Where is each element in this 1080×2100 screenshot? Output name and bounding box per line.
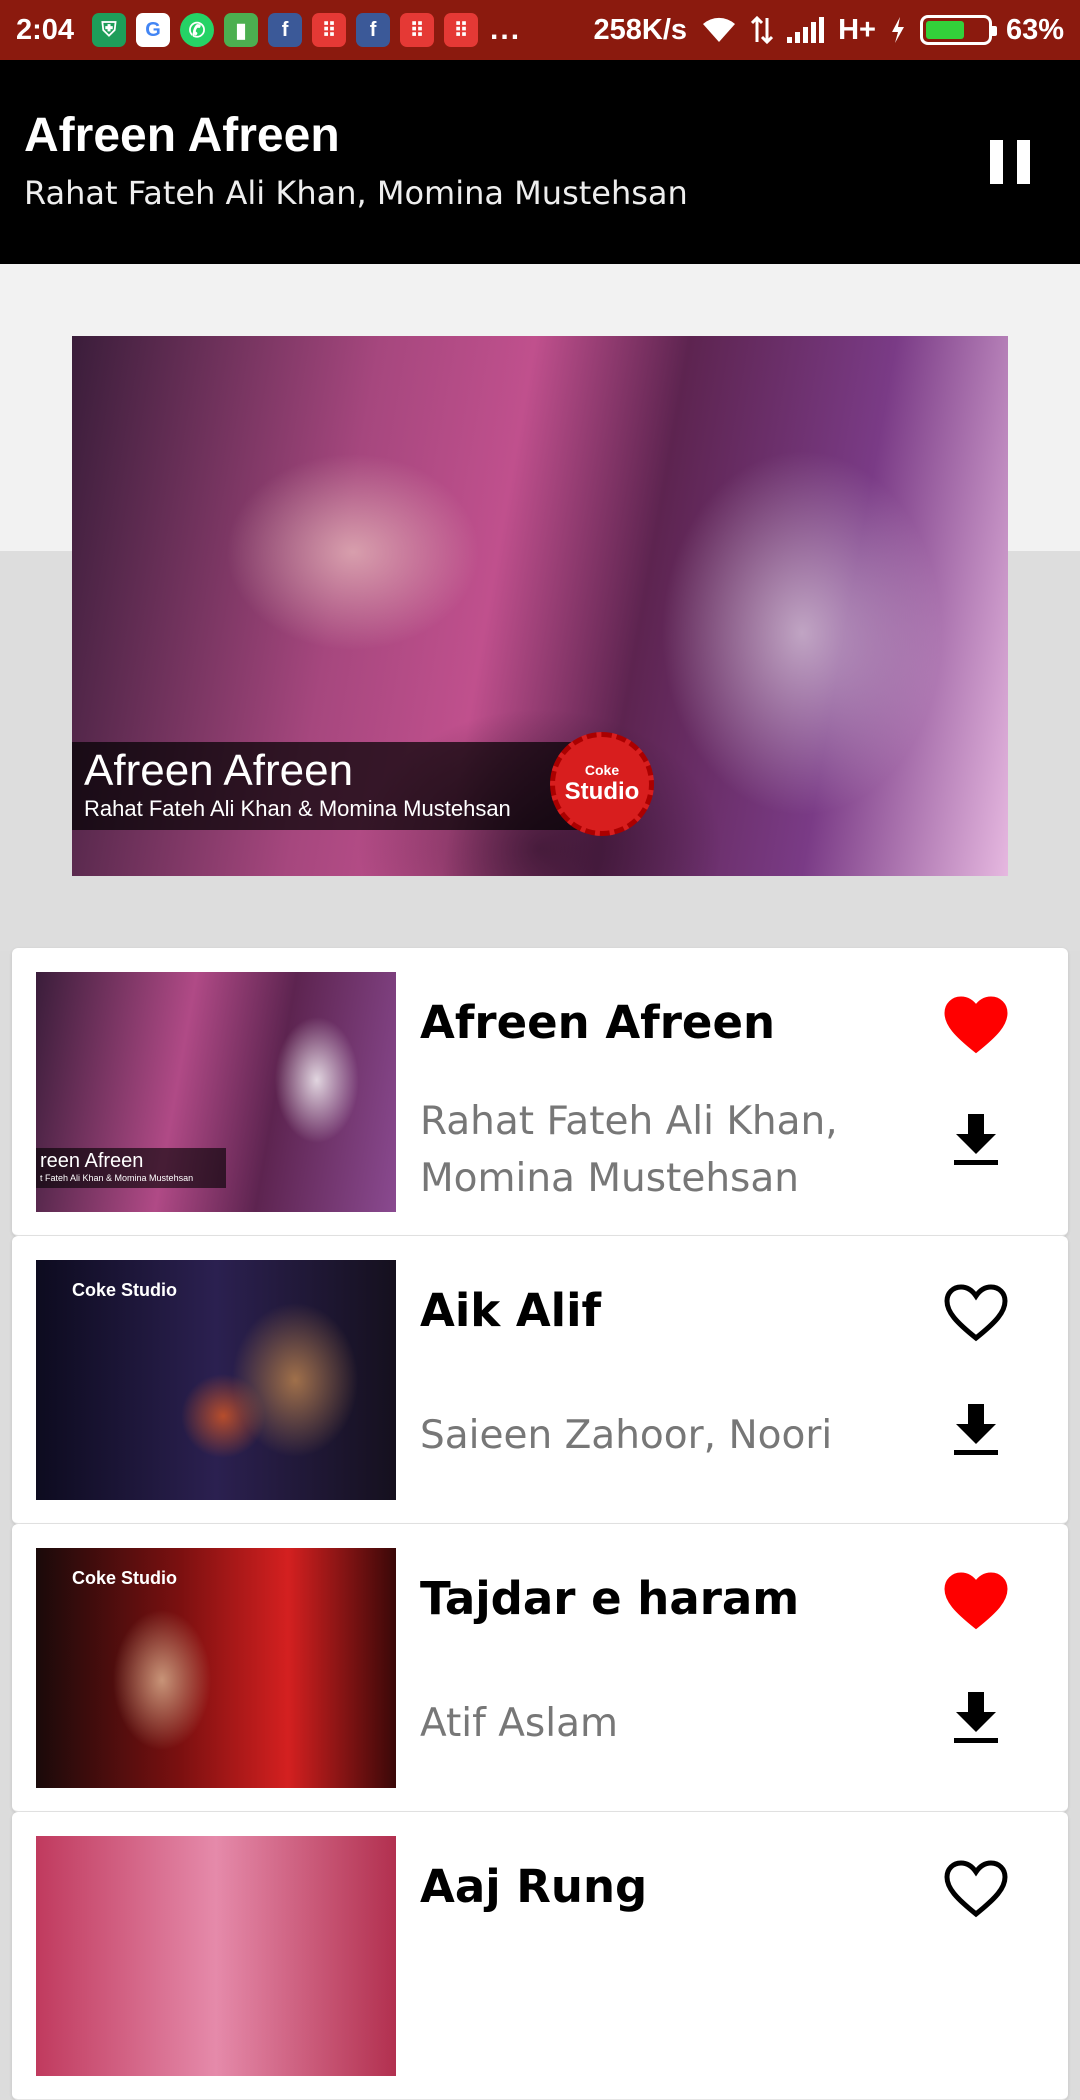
- grid-app-icon: ⠿: [444, 13, 479, 47]
- song-thumbnail: [36, 1836, 396, 2076]
- album-art-caption-subtitle: Rahat Fateh Ali Khan & Momina Mustehsan: [84, 796, 511, 822]
- song-list-item[interactable]: Coke Studio Aik Alif Saieen Zahoor, Noor…: [12, 1236, 1068, 1524]
- heart-filled-icon: [944, 1572, 1008, 1630]
- now-playing-artist: Rahat Fateh Ali Khan, Momina Mustehsan: [24, 174, 688, 212]
- now-playing-bar[interactable]: Afreen Afreen Rahat Fateh Ali Khan, Momi…: [0, 60, 1080, 264]
- song-title: Tajdar e haram: [420, 1572, 800, 1625]
- data-arrows-icon: [751, 16, 774, 44]
- battery-percent: 63%: [1005, 13, 1064, 46]
- song-list-item[interactable]: Aaj Rung: [12, 1812, 1068, 2100]
- heart-outline-icon: [944, 1860, 1008, 1918]
- favorite-button[interactable]: [944, 996, 1008, 1054]
- pause-button[interactable]: [990, 140, 1030, 184]
- song-list-item[interactable]: Coke Studio Tajdar e haram Atif Aslam: [12, 1524, 1068, 1812]
- logo-line2: Studio: [564, 778, 640, 805]
- song-artist: Saieen Zahoor, Noori: [420, 1413, 833, 1458]
- download-button[interactable]: [944, 1686, 1008, 1750]
- now-playing-title: Afreen Afreen: [24, 109, 340, 162]
- song-artist: Atif Aslam: [420, 1701, 618, 1746]
- status-time: 2:04: [16, 13, 75, 46]
- pause-icon-bar: [1017, 140, 1030, 184]
- network-speed: 258K/s: [593, 13, 688, 46]
- song-list: reen Afreen t Fateh Ali Khan & Momina Mu…: [12, 948, 1068, 2100]
- heart-outline-icon: [944, 1284, 1008, 1342]
- network-type: H+: [838, 13, 876, 46]
- download-button[interactable]: [944, 1108, 1008, 1172]
- shield-icon: ⛨: [92, 13, 127, 47]
- download-button[interactable]: [944, 1398, 1008, 1462]
- album-art: Afreen Afreen Rahat Fateh Ali Khan & Mom…: [72, 336, 1008, 876]
- heart-filled-icon: [944, 996, 1008, 1054]
- wifi-icon: [703, 17, 736, 42]
- favorite-button[interactable]: [944, 1860, 1008, 1918]
- facebook-icon: f: [268, 13, 303, 47]
- facebook-icon: f: [356, 13, 391, 47]
- download-icon: [954, 1114, 998, 1165]
- grid-app-icon: ⠿: [400, 13, 435, 47]
- whatsapp-icon: ✆: [180, 13, 215, 47]
- song-title: Aik Alif: [420, 1284, 602, 1337]
- status-right: 258K/s H+ 63%: [594, 14, 1064, 47]
- battery-fill: [925, 21, 964, 39]
- album-art-caption-title: Afreen Afreen: [84, 746, 354, 795]
- thumbnail-logo: Coke Studio: [72, 1280, 178, 1300]
- thumbnail-logo: Coke Studio: [72, 1568, 178, 1588]
- download-icon: [954, 1404, 998, 1455]
- thumbnail-caption-title: reen Afreen: [40, 1150, 144, 1172]
- song-thumbnail: Coke Studio: [36, 1260, 396, 1500]
- overflow-dots: ...: [490, 13, 522, 46]
- favorite-button[interactable]: [944, 1284, 1008, 1342]
- pause-icon: [990, 140, 1003, 184]
- song-title: Afreen Afreen: [420, 996, 776, 1049]
- favorite-button[interactable]: [944, 1572, 1008, 1630]
- download-icon: [954, 1692, 998, 1743]
- thumbnail-caption: reen Afreen t Fateh Ali Khan & Momina Mu…: [36, 1148, 226, 1188]
- song-thumbnail: reen Afreen t Fateh Ali Khan & Momina Mu…: [36, 972, 396, 1212]
- song-thumbnail: Coke Studio: [36, 1548, 396, 1788]
- thumbnail-caption-subtitle: t Fateh Ali Khan & Momina Mustehsan: [40, 1173, 194, 1183]
- song-artist: Rahat Fateh Ali Khan, Momina Mustehsan: [420, 1099, 838, 1201]
- google-icon: G: [136, 13, 171, 47]
- status-bar: 2:04 ⛨ G ✆ ▮ f ⠿ f ⠿ ⠿ ... 258K/s H+ 63%: [0, 0, 1080, 60]
- song-title: Aaj Rung: [420, 1860, 648, 1913]
- song-list-item[interactable]: reen Afreen t Fateh Ali Khan & Momina Mu…: [12, 948, 1068, 1236]
- battery-app-icon: ▮: [224, 13, 259, 47]
- grid-app-icon: ⠿: [312, 13, 347, 47]
- charging-icon: [891, 17, 904, 43]
- album-art-caption: Afreen Afreen Rahat Fateh Ali Khan & Mom…: [72, 742, 612, 830]
- coke-studio-logo: Coke Studio: [550, 732, 654, 836]
- logo-line1: Coke: [584, 762, 620, 778]
- status-left: 2:04 ⛨ G ✆ ▮ f ⠿ f ⠿ ⠿ ...: [16, 13, 521, 47]
- signal-icon: [787, 17, 825, 43]
- battery-icon: [919, 15, 997, 45]
